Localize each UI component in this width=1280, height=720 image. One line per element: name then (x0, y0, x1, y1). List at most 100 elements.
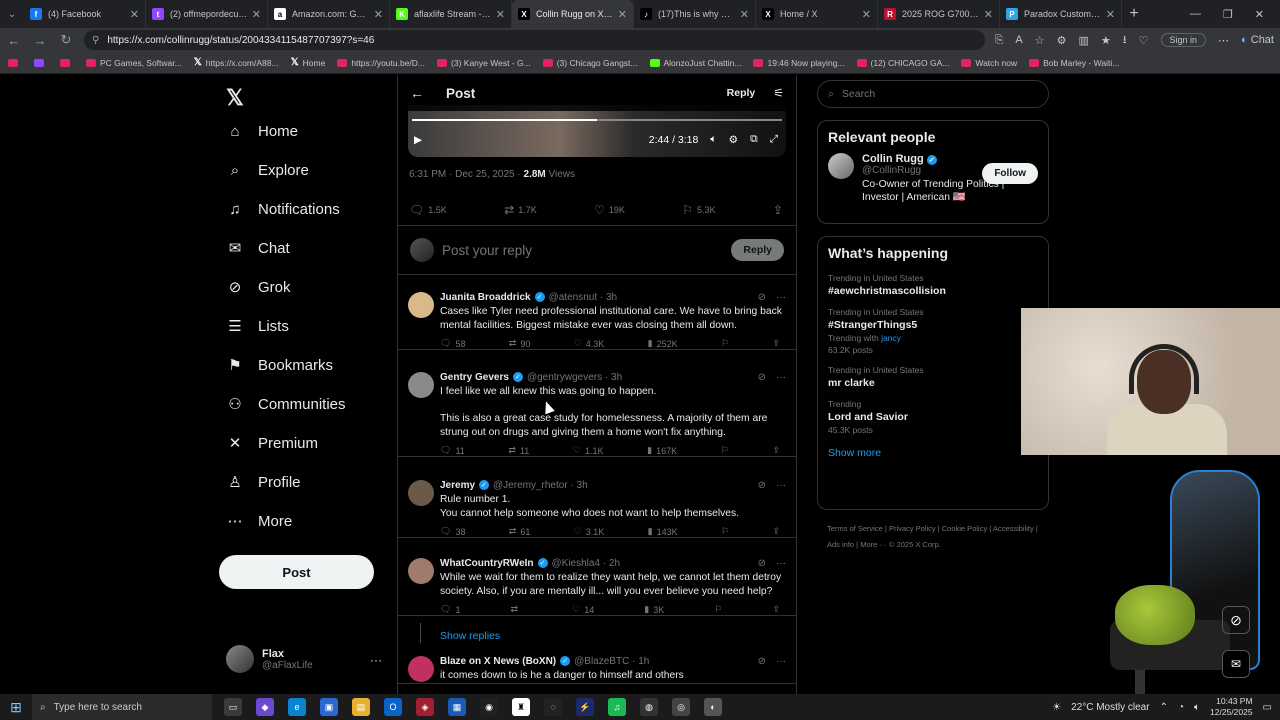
reply-author-handle[interactable]: @gentrywgevers · 3h (527, 372, 622, 383)
video-progress-bar[interactable] (412, 119, 782, 121)
nav-item-explore[interactable]: ⌕ Explore (226, 161, 309, 179)
reply-tweet[interactable]: Juanita Broaddrick ✓ @atensnut · 3h ⊘ ···… (398, 284, 796, 350)
video-settings-icon[interactable]: ⚙ (729, 134, 738, 146)
show-replies-link[interactable]: Show replies (440, 630, 500, 642)
grok-icon[interactable]: ⊘ (758, 292, 766, 303)
app-icon[interactable]: ◍ (640, 698, 658, 716)
share-action[interactable]: ⇪ (772, 526, 780, 537)
browser-tab[interactable]: Kaflaxlife Stream - W ✕ (390, 0, 512, 28)
more-options-icon[interactable]: ··· (776, 656, 786, 667)
bookmark-action[interactable]: ⚐ (721, 445, 729, 456)
downloads-icon[interactable]: ⭳ (1123, 31, 1127, 50)
performance-icon[interactable]: ♡ (1139, 34, 1149, 47)
copilot-chat-button[interactable]: ◐ Chat (1241, 34, 1274, 46)
search-input[interactable]: ⌕ Search (817, 80, 1049, 108)
app-icon[interactable]: ♜ (512, 698, 530, 716)
app-icon[interactable]: ◐ (704, 698, 722, 716)
reply-author-name[interactable]: Jeremy (440, 480, 475, 491)
browser-tab[interactable]: t (2) offmepordecurb - Tw ✕ (146, 0, 268, 28)
tab-search-icon[interactable]: ⌄ (0, 0, 24, 28)
nav-item-bookmarks[interactable]: ⚑ Bookmarks (226, 356, 333, 375)
bookmark-item[interactable]: 𝕏https://x.com/A88... (194, 57, 279, 68)
weather-text[interactable]: 22°C Mostly clear (1071, 702, 1149, 713)
nav-item-grok[interactable]: ⊘ Grok (226, 278, 291, 297)
extensions-icon[interactable]: ⚙ (1057, 34, 1067, 47)
app-icon[interactable]: ◌ (544, 698, 562, 716)
back-arrow-icon[interactable]: ← (410, 85, 424, 101)
repost-action[interactable]: ⇄ (511, 604, 523, 615)
copilot-icon[interactable]: ◆ (256, 698, 274, 716)
close-tab-icon[interactable]: ✕ (130, 8, 139, 21)
back-icon[interactable]: ← (6, 33, 22, 48)
close-tab-icon[interactable]: ✕ (740, 8, 749, 21)
close-window-icon[interactable]: ✕ (1255, 8, 1264, 21)
trend-item[interactable]: Trending Lord and Savior 45.3K posts (818, 395, 1048, 441)
nav-item-home[interactable]: ⌂ Home (226, 122, 298, 140)
x-logo[interactable]: 𝕏 (226, 85, 244, 111)
avatar[interactable] (408, 372, 434, 398)
nav-item-premium[interactable]: ✕ Premium (226, 434, 318, 453)
account-more-icon[interactable]: ··· (370, 653, 382, 667)
nav-item-lists[interactable]: ☰ Lists (226, 317, 289, 336)
avatar[interactable] (408, 292, 434, 318)
pip-icon[interactable]: ⧉ (750, 133, 758, 146)
views-action[interactable]: ▮ 252K (648, 338, 678, 349)
reply-input[interactable]: Post your reply (442, 243, 731, 258)
task-view-icon[interactable]: ▭ (224, 698, 242, 716)
reply-action[interactable]: 🗨︎ 1 (440, 604, 460, 615)
browser-menu-icon[interactable]: ⋯ (1218, 34, 1229, 47)
bookmark-item[interactable]: (12) CHICAGO GA... (856, 58, 949, 68)
nav-item-profile[interactable]: ♙ Profile (226, 473, 300, 492)
read-aloud-icon[interactable]: A (1015, 34, 1022, 46)
browser-tab[interactable]: a Amazon.com: Gaming P ✕ (268, 0, 390, 28)
tray-chevron-icon[interactable]: ⌃ (1160, 702, 1168, 713)
reply-author-handle[interactable]: @Kieshla4 · 2h (552, 558, 621, 569)
trend-item[interactable]: Trending in United States mr clarke (818, 361, 1048, 395)
reply-author-name[interactable]: Juanita Broaddrick (440, 292, 531, 303)
app-icon[interactable]: ◈ (416, 698, 434, 716)
follow-button[interactable]: Follow (982, 163, 1038, 184)
reply-count-button[interactable]: 🗨︎ 1.5K (409, 203, 447, 217)
bookmark-item[interactable]: Bob Marley - Waiti... (1029, 58, 1119, 68)
messages-floating-button[interactable]: ✉ (1222, 650, 1250, 678)
browser-tab[interactable]: X Home / X ✕ (756, 0, 878, 28)
close-tab-icon[interactable]: ✕ (252, 8, 261, 21)
split-screen-icon[interactable]: ▥ (1078, 34, 1088, 47)
like-action[interactable]: ♡ 1.1K (573, 445, 604, 456)
reply-header-button[interactable]: Reply (727, 87, 756, 99)
close-tab-icon[interactable]: ✕ (618, 8, 627, 21)
show-more-link[interactable]: Show more (818, 441, 1048, 469)
like-action[interactable]: ♡ 4.3K (574, 338, 605, 349)
reply-author-handle[interactable]: @atensnut · 3h (549, 292, 618, 303)
footer-links[interactable]: Terms of Service | Privacy Policy | Cook… (827, 521, 1047, 553)
share-action[interactable]: ⇪ (772, 338, 780, 349)
weather-icon[interactable]: ☀ (1052, 702, 1061, 713)
reply-tweet[interactable]: Jeremy ✓ @Jeremy_rhetor · 3h ⊘ ··· Rule n… (398, 472, 796, 538)
grok-icon[interactable]: ⊘ (758, 480, 766, 491)
close-tab-icon[interactable]: ✕ (984, 8, 993, 21)
bookmark-item[interactable]: PC Games, Softwar... (86, 58, 182, 68)
close-tab-icon[interactable]: ✕ (496, 8, 505, 21)
bookmark-item[interactable]: 19:46 Now playing... (753, 58, 845, 68)
bookmark-count-button[interactable]: ⚐ 5.3K (682, 203, 715, 217)
like-count-button[interactable]: ♡ 19K (594, 203, 625, 217)
forward-icon[interactable]: → (32, 33, 48, 48)
more-options-icon[interactable]: ··· (776, 558, 786, 569)
nav-item-more[interactable]: ⋯ More (226, 512, 293, 531)
app-icon[interactable]: ⚡ (576, 698, 594, 716)
repost-action[interactable]: ⇄ 90 (509, 338, 531, 349)
browser-tab[interactable]: P Paradox Customs Corsai ✕ (1000, 0, 1122, 28)
like-action[interactable]: ♡ 14 (572, 604, 594, 615)
grok-icon[interactable]: ⊘ (758, 656, 766, 667)
nav-item-chat[interactable]: ✉ Chat (226, 239, 290, 258)
more-options-icon[interactable]: ··· (776, 372, 786, 383)
site-info-icon[interactable]: ⚲ (92, 35, 99, 46)
browser-tab[interactable]: ♪ (17)This is why Hassan C ✕ (634, 0, 756, 28)
reply-filter-icon[interactable]: ⚟ (773, 86, 784, 100)
fullscreen-icon[interactable]: ⤢ (770, 133, 778, 146)
avatar[interactable] (408, 656, 434, 682)
bookmark-action[interactable]: ⚐ (721, 526, 729, 537)
grok-floating-button[interactable]: ⊘ (1222, 606, 1250, 634)
url-bar[interactable]: ⚲ https://x.com/collinrugg/status/200433… (84, 30, 985, 50)
nav-item-notifications[interactable]: ♫ Notifications (226, 200, 339, 218)
